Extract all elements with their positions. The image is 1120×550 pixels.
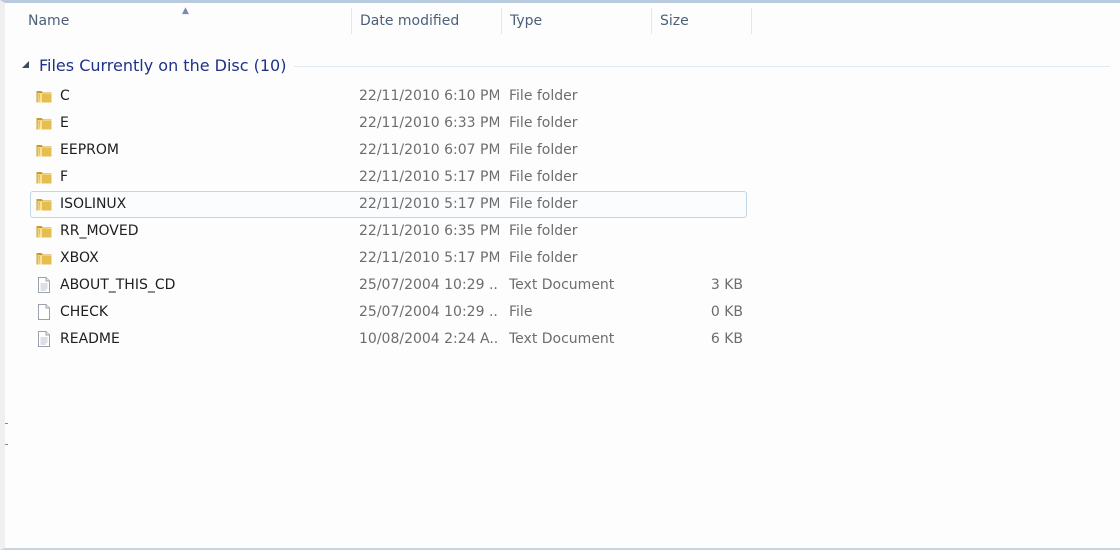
file-row[interactable]: ISOLINUX 22/11/2010 5:17 PM File folder <box>30 191 747 218</box>
column-header-bar: Name ▲ Date modified Type Size <box>20 6 1110 34</box>
file-row[interactable]: README 10/08/2004 2:24 A... Text Document 6… <box>30 326 747 353</box>
file-name: C <box>60 88 70 104</box>
file-row[interactable]: C 22/11/2010 6:10 PM File folder <box>30 83 747 110</box>
file-type: File <box>509 304 533 320</box>
file-date-modified: 22/11/2010 5:17 PM <box>359 169 499 185</box>
file-date-modified: 22/11/2010 5:17 PM <box>359 250 499 266</box>
file-type: File folder <box>509 88 578 104</box>
column-header-date-label: Date modified <box>360 13 460 29</box>
file-name: XBOX <box>60 250 99 266</box>
file-row[interactable]: XBOX 22/11/2010 5:17 PM File folder <box>30 245 747 272</box>
text-document-icon <box>35 327 55 352</box>
file-list: C 22/11/2010 6:10 PM File folder E 22/11/201… <box>30 83 747 353</box>
file-type: File folder <box>509 223 578 239</box>
blank-file-icon <box>35 300 55 325</box>
file-name: README <box>60 331 120 347</box>
file-size: 0 KB <box>710 304 743 320</box>
file-date-modified: 22/11/2010 6:07 PM <box>359 142 499 158</box>
file-date-modified: 22/11/2010 6:35 PM <box>359 223 499 239</box>
resize-handle[interactable] <box>5 423 8 445</box>
column-header-name-label: Name <box>28 13 70 29</box>
file-name: ABOUT_THIS_CD <box>60 277 176 293</box>
file-row[interactable]: ABOUT_THIS_CD 25/07/2004 10:29 ... Text Do… <box>30 272 747 299</box>
file-row[interactable]: EEPROM 22/11/2010 6:07 PM File folder <box>30 137 747 164</box>
group-title: Files Currently on the Disc (10) <box>39 55 287 75</box>
file-type: File folder <box>509 250 578 266</box>
folder-icon <box>35 138 55 163</box>
file-explorer-window: Name ▲ Date modified Type Size Files Cur… <box>0 0 1120 550</box>
column-header-type[interactable]: Type <box>502 8 652 34</box>
text-document-icon <box>35 273 55 298</box>
file-size <box>661 165 743 190</box>
file-size <box>661 84 743 109</box>
folder-icon <box>35 111 55 136</box>
file-size <box>661 246 743 271</box>
folder-icon <box>35 165 55 190</box>
collapse-triangle-icon[interactable] <box>22 61 30 69</box>
folder-icon <box>35 84 55 109</box>
file-date-modified: 22/11/2010 6:10 PM <box>359 88 499 104</box>
file-name: RR_MOVED <box>60 223 139 239</box>
group-header[interactable]: Files Currently on the Disc (10) <box>20 53 1110 77</box>
file-date-modified: 22/11/2010 6:33 PM <box>359 115 499 131</box>
file-type: File folder <box>509 115 578 131</box>
column-header-type-label: Type <box>510 13 543 29</box>
file-name: CHECK <box>60 304 109 320</box>
file-row[interactable]: CHECK 25/07/2004 10:29 ... File 0 KB <box>30 299 747 326</box>
file-row[interactable]: RR_MOVED 22/11/2010 6:35 PM File folder <box>30 218 747 245</box>
file-name: EEPROM <box>60 142 119 158</box>
file-type: File folder <box>509 196 578 212</box>
folder-icon <box>35 246 55 271</box>
file-row[interactable]: F 22/11/2010 5:17 PM File folder <box>30 164 747 191</box>
sort-ascending-icon: ▲ <box>182 6 189 16</box>
group-divider <box>294 65 1110 67</box>
file-type: Text Document <box>509 277 615 293</box>
file-date-modified: 10/08/2004 2:24 A... <box>359 331 499 347</box>
column-header-size-label: Size <box>660 13 689 29</box>
file-size <box>661 192 743 217</box>
folder-icon <box>35 219 55 244</box>
file-row[interactable]: E 22/11/2010 6:33 PM File folder <box>30 110 747 137</box>
file-name: F <box>60 169 69 185</box>
file-date-modified: 25/07/2004 10:29 ... <box>359 277 499 293</box>
column-header-date-modified[interactable]: Date modified <box>352 8 502 34</box>
file-type: File folder <box>509 142 578 158</box>
folder-icon <box>35 192 55 217</box>
file-size <box>661 138 743 163</box>
file-date-modified: 22/11/2010 5:17 PM <box>359 196 499 212</box>
file-date-modified: 25/07/2004 10:29 ... <box>359 304 499 320</box>
file-size <box>661 219 743 244</box>
file-type: File folder <box>509 169 578 185</box>
file-size <box>661 111 743 136</box>
file-size: 6 KB <box>710 331 743 347</box>
file-name: ISOLINUX <box>60 196 127 212</box>
column-header-size[interactable]: Size <box>652 8 752 34</box>
file-size: 3 KB <box>710 277 743 293</box>
file-type: Text Document <box>509 331 615 347</box>
file-name: E <box>60 115 69 131</box>
